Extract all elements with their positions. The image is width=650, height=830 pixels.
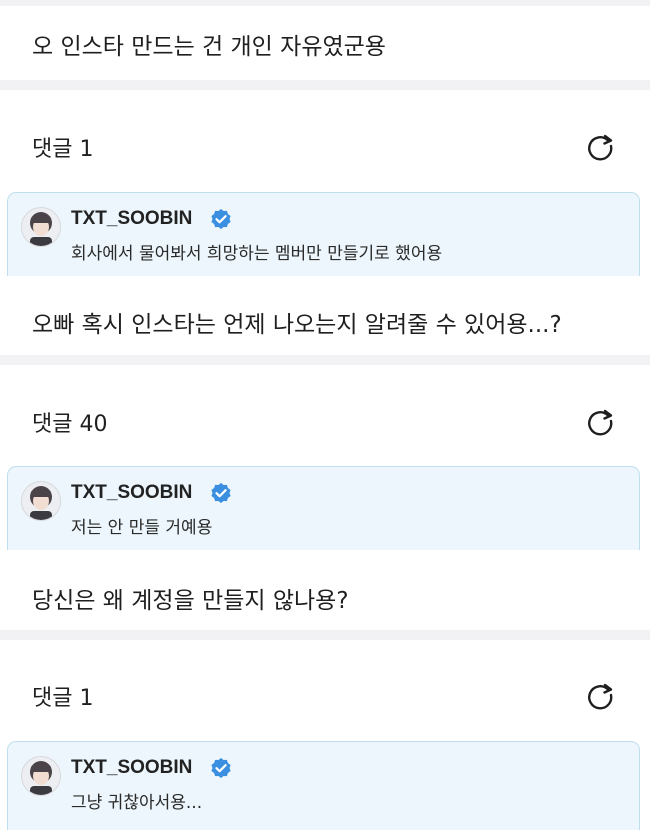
comment-count-row: 댓글 40 [32,405,618,445]
section-separator [0,630,650,640]
question-text: 당신은 왜 계정을 만들지 않나용? [32,588,349,614]
reply-author: TXT_SOOBIN [71,482,193,503]
refresh-icon[interactable] [584,132,618,166]
verified-badge-icon [211,209,231,229]
comment-count-label: 댓글 1 [32,686,94,711]
question-text: 오 인스타 만드는 건 개인 자유였군용 [32,34,386,60]
avatar [21,481,61,521]
top-separator [0,0,650,6]
reply-author: TXT_SOOBIN [71,757,193,778]
verified-badge-icon [211,758,231,778]
section-separator [0,355,650,365]
reply-card[interactable]: TXT_SOOBIN 회사에서 물어봐서 희망하는 멤버만 만들기로 했어용 [7,192,640,276]
reply-text: 그냥 귀찮아서용... [71,793,203,813]
comment-count-label: 댓글 40 [32,412,108,437]
reply-author: TXT_SOOBIN [71,208,193,229]
verified-badge-icon [211,483,231,503]
avatar [21,207,61,247]
section-separator [0,80,650,90]
reply-card[interactable]: TXT_SOOBIN 저는 안 만들 거예용 [7,466,640,550]
reply-card[interactable]: TXT_SOOBIN 그냥 귀찮아서용... [7,741,640,830]
reply-text: 저는 안 만들 거예용 [71,518,213,538]
comment-count-row: 댓글 1 [32,130,618,170]
comment-count-label: 댓글 1 [32,137,94,162]
question-text: 오빠 혹시 인스타는 언제 나오는지 알려줄 수 있어용...? [32,312,562,338]
comment-count-row: 댓글 1 [32,679,618,719]
refresh-icon[interactable] [584,407,618,441]
reply-text: 회사에서 물어봐서 희망하는 멤버만 만들기로 했어용 [71,244,443,264]
avatar [21,756,61,796]
refresh-icon[interactable] [584,681,618,715]
